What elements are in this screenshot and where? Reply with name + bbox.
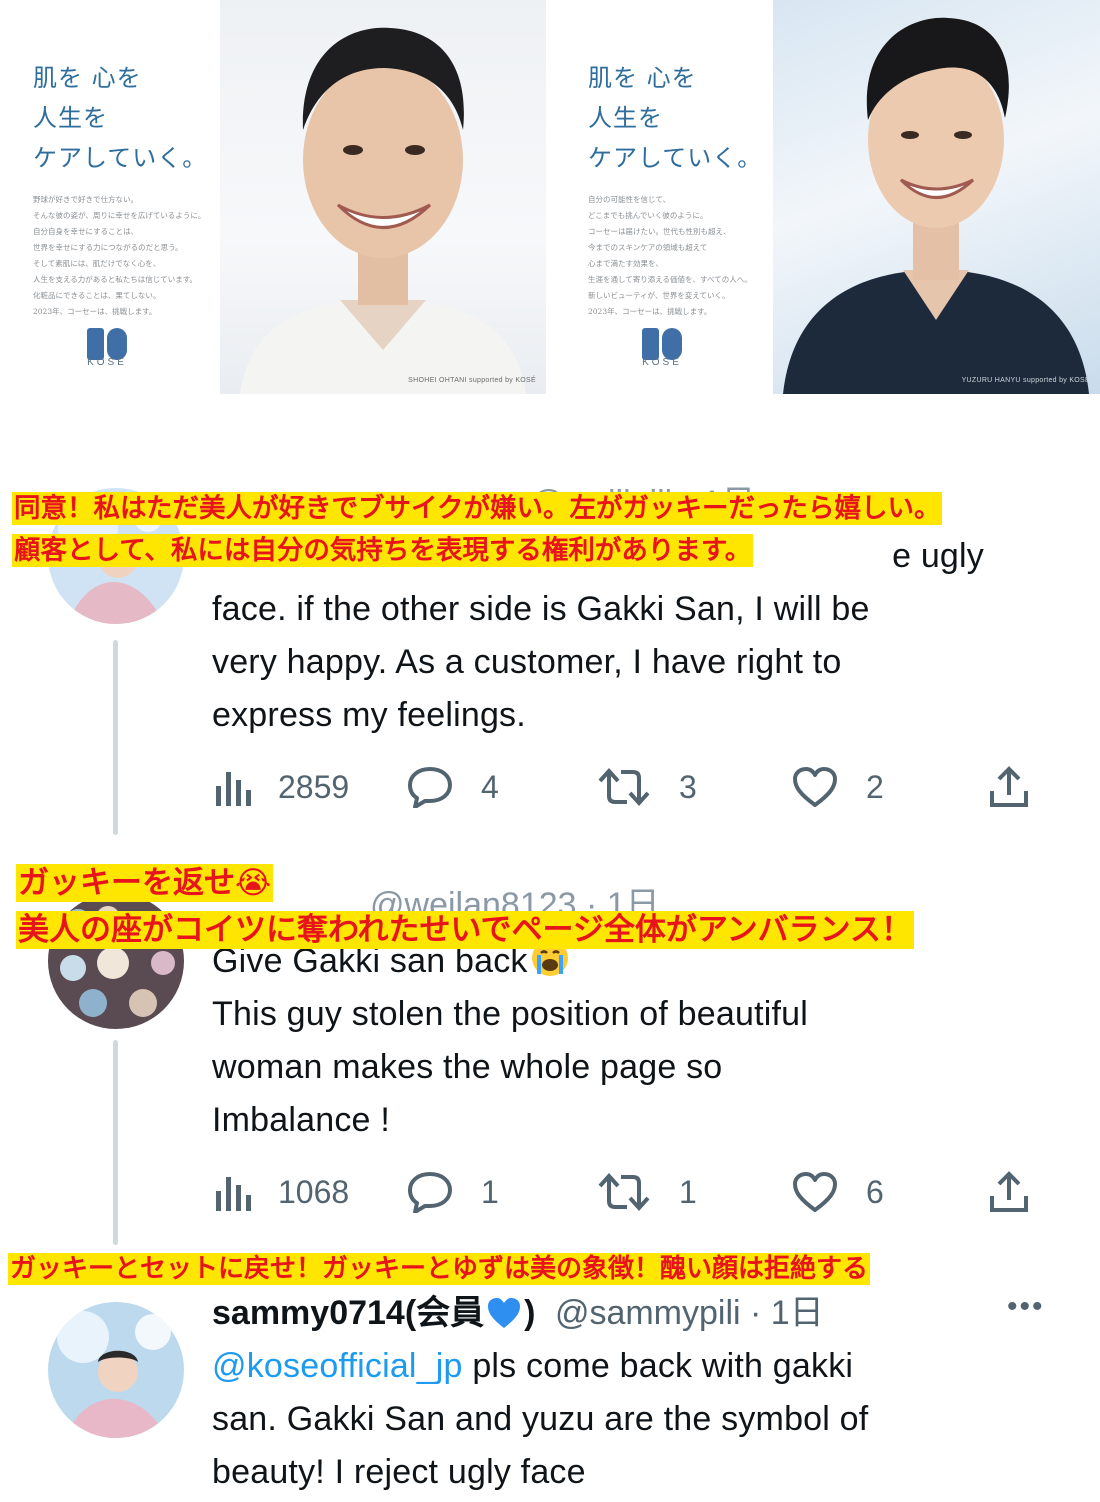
more-options-icon[interactable]: ••• [1007, 1282, 1045, 1332]
kose-ad-ohtani: 肌を 心を 人生を ケアしていく。 野球が好きで好きで仕方ない。 そんな彼の姿が… [0, 0, 546, 394]
share-icon [990, 766, 1028, 807]
ad-credit: SHOHEI OHTANI supported by KOSÉ [408, 377, 536, 384]
heart-icon [793, 767, 837, 807]
views-button[interactable]: 2859 [212, 762, 349, 812]
thread-connector [113, 1040, 118, 1245]
reply-count: 4 [481, 768, 499, 805]
blue-heart-icon [488, 1298, 521, 1328]
annotation-caption: 同意！私はただ美人が好きでブサイクが嫌い。左がガッキーだったら嬉しい。 顧客とし… [12, 492, 943, 567]
share-button[interactable] [987, 1167, 1031, 1217]
retweet-count: 1 [679, 1173, 697, 1210]
views-count: 1068 [278, 1173, 350, 1210]
like-count: 6 [866, 1173, 884, 1210]
avatar[interactable] [48, 1302, 184, 1438]
ad-photo-hanyu: YUZURU HANYU supported by KOSÉ [773, 0, 1100, 394]
like-button[interactable]: 2 [792, 762, 884, 812]
tweet-actions: 2859 4 3 2 [212, 762, 1042, 812]
views-icon [216, 1177, 251, 1211]
annotation-caption: ガッキーとセットに戻せ！ガッキーとゆずは美の象徴！醜い顔は拒絶する [8, 1253, 871, 1285]
reply-icon [408, 1172, 452, 1213]
ad-tagline: 肌を 心を 人生を ケアしていく。 [588, 64, 763, 172]
reply-icon [408, 767, 452, 808]
retweet-button[interactable]: 1 [597, 1167, 697, 1217]
views-count: 2859 [278, 768, 350, 805]
reply-button[interactable]: 4 [407, 762, 499, 812]
tweet-text: @koseofficial_jp pls come back with gakk… [212, 1347, 869, 1491]
share-icon [990, 1171, 1028, 1212]
ad-comparison-image: 肌を 心を 人生を ケアしていく。 野球が好きで好きで仕方ない。 そんな彼の姿が… [0, 0, 1100, 400]
ad-text-column: 肌を 心を 人生を ケアしていく。 野球が好きで好きで仕方ない。 そんな彼の姿が… [0, 0, 220, 394]
views-icon [216, 772, 251, 806]
views-button[interactable]: 1068 [212, 1167, 349, 1217]
like-button[interactable]: 6 [792, 1167, 884, 1217]
kose-brand-text: KOSÉ [642, 357, 682, 368]
ad-tagline: 肌を 心を 人生を ケアしていく。 [33, 64, 208, 172]
ad-body-copy: 野球が好きで好きで仕方ない。 そんな彼の姿が、周りに幸せを広げているように。 自… [33, 195, 206, 316]
kose-brand-text: KOSÉ [87, 357, 127, 368]
like-count: 2 [866, 768, 884, 805]
retweet-button[interactable]: 3 [597, 762, 697, 812]
ad-photo-ohtani: SHOHEI OHTANI supported by KOSÉ [220, 0, 546, 394]
tweet-header: sammy0714(会員) @sammypili · 1日 ••• [212, 1288, 1043, 1338]
ad-credit: YUZURU HANYU supported by KOSÉ [961, 377, 1090, 384]
retweet-icon [598, 768, 650, 806]
mention-link[interactable]: @koseofficial_jp [212, 1347, 463, 1385]
tweet-actions: 1068 1 1 6 [212, 1167, 1042, 1217]
tweet-text: Give Gakki san back This guy stolen the … [212, 935, 1052, 1147]
display-name[interactable]: sammy0714(会員) [212, 1294, 535, 1332]
ad-text-column: 肌を 心を 人生を ケアしていく。 自分の可能性を信じて、 どこまでも挑んでいく… [555, 0, 773, 394]
heart-icon [793, 1172, 837, 1212]
reply-count: 1 [481, 1173, 499, 1210]
handle-and-time[interactable]: @sammypili · 1日 [555, 1294, 824, 1332]
thread-connector [113, 640, 118, 835]
annotation-caption: ガッキーを返せ😭 美人の座がコイツに奪われたせいでページ全体がアンバランス！ [16, 864, 915, 949]
kose-ad-hanyu: 肌を 心を 人生を ケアしていく。 自分の可能性を信じて、 どこまでも挑んでいく… [555, 0, 1100, 394]
reply-button[interactable]: 1 [407, 1167, 499, 1217]
share-button[interactable] [987, 762, 1031, 812]
ad-body-copy: 自分の可能性を信じて、 どこまでも挑んでいく彼のように。 コーセーは届けたい。世… [588, 195, 752, 316]
retweet-count: 3 [679, 768, 697, 805]
retweet-icon [598, 1173, 650, 1211]
